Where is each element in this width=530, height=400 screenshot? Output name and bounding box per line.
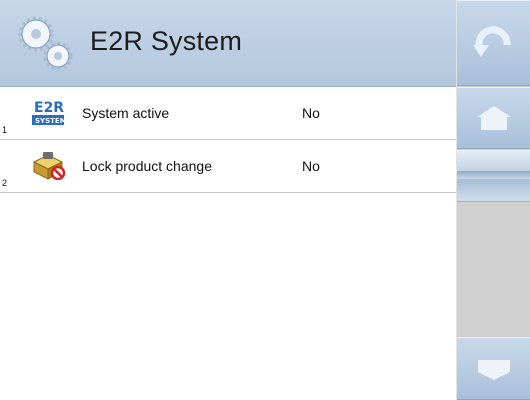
scroll-down-icon (478, 359, 510, 380)
scroll-thumb[interactable] (457, 150, 530, 202)
item-label: System active (82, 105, 170, 121)
item-number: 1 (2, 125, 8, 135)
page-title: E2R System (90, 26, 243, 56)
e2r-system-icon: E2R SYSTEM (32, 98, 66, 126)
item-value: No (302, 105, 320, 121)
undo-arrow-icon (473, 26, 511, 57)
title-bar: E2R System (0, 0, 456, 87)
item-label: Lock product change (82, 158, 212, 174)
list-item-lock-product-change[interactable]: 2 Lock product change No (0, 140, 456, 193)
svg-text:SYSTEM: SYSTEM (35, 117, 66, 125)
item-number: 2 (2, 178, 8, 188)
scroll-down-button[interactable] (457, 337, 530, 400)
back-button[interactable] (457, 0, 530, 86)
home-icon (477, 106, 511, 130)
right-sidebar (456, 0, 530, 400)
svg-text:E2R: E2R (34, 100, 64, 116)
home-button[interactable] (457, 87, 530, 149)
gears-icon (18, 16, 73, 71)
item-value: No (302, 158, 320, 174)
settings-list: 1 E2R SYSTEM System active No 2 Lock pro… (0, 87, 456, 193)
locked-box-icon (32, 152, 66, 180)
list-item-system-active[interactable]: 1 E2R SYSTEM System active No (0, 87, 456, 140)
thumb-groove (457, 171, 530, 179)
